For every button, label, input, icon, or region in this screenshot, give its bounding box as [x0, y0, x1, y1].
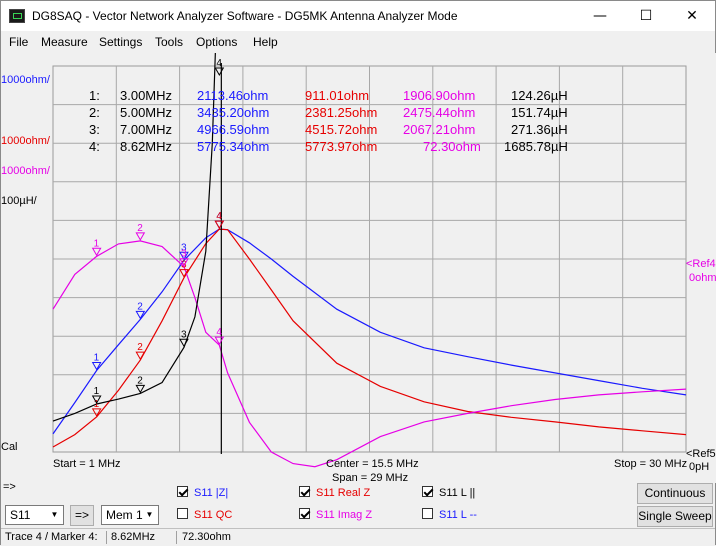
close-button[interactable]: ✕	[669, 1, 715, 31]
menu-help[interactable]: Help	[253, 35, 278, 49]
app-window: DG8SAQ - Vector Network Analyzer Softwar…	[0, 0, 716, 545]
maximize-button[interactable]: ☐	[623, 1, 669, 31]
marker-row-l: 151.74µH	[511, 105, 568, 120]
checkbox-icon[interactable]	[422, 508, 433, 519]
checkbox-icon[interactable]	[299, 486, 310, 497]
menu-file[interactable]: File	[9, 35, 28, 49]
scale-label-inductance: 100µH/	[1, 195, 38, 207]
checkbox-icon[interactable]	[422, 486, 433, 497]
marker-row-imagz: 2067.21ohm	[403, 122, 475, 137]
trace-toggle-qc[interactable]: S11 QC	[177, 508, 232, 524]
marker-row-freq: 5.00MHz	[120, 105, 172, 120]
menu-tools[interactable]: Tools	[155, 35, 183, 49]
marker-row-id: 1:	[89, 88, 100, 103]
marker-row-l: 1685.78µH	[504, 139, 568, 154]
scale-label-imagz: 1000ohm/	[1, 165, 51, 177]
active-marker-triangle	[214, 67, 225, 77]
title-bar: DG8SAQ - Vector Network Analyzer Softwar…	[1, 1, 715, 31]
marker-row-realz: 2381.25ohm	[305, 105, 377, 120]
marker-number-label: 2	[137, 342, 143, 353]
plot-area: 1234123412341234 1000ohm/ 1000ohm/ 1000o…	[1, 12, 716, 484]
checkbox-icon[interactable]	[177, 508, 188, 519]
impedance-chart[interactable]: 1234123412341234 1000ohm/ 1000ohm/ 1000o…	[1, 12, 716, 484]
trace-toggle-absz[interactable]: S11 |Z|	[177, 486, 228, 502]
app-logo-icon	[9, 9, 25, 23]
center-frequency-label: Center = 15.5 MHz	[326, 458, 419, 470]
ref4-value: 0ohm	[689, 272, 716, 284]
marker-row-id: 2:	[89, 105, 100, 120]
active-marker-label: 4	[216, 58, 222, 69]
trace-toggle-inductance-series[interactable]: S11 L --	[422, 508, 477, 524]
marker-triangle	[214, 220, 225, 230]
marker-number-label: 2	[137, 375, 143, 386]
trace-toggle-realz[interactable]: S11 Real Z	[299, 486, 370, 502]
trace-toggle-inductance-parallel[interactable]: S11 L ||	[422, 486, 475, 502]
marker-row-imagz: 1906.90ohm	[403, 88, 475, 103]
minimize-button[interactable]: —	[577, 1, 623, 31]
marker-row-absz: 4966.59ohm	[197, 122, 269, 137]
marker-row-l: 124.26µH	[511, 88, 568, 103]
marker-number-label: 1	[94, 399, 100, 410]
marker-number-label: 4	[216, 211, 222, 222]
marker-number-label: 1	[94, 238, 100, 249]
marker-row-l: 271.36µH	[511, 122, 568, 137]
marker-row-absz: 5775.34ohm	[197, 139, 269, 154]
trace-toggle-imagz[interactable]: S11 Imag Z	[299, 508, 372, 524]
status-divider	[106, 531, 107, 544]
checkbox-icon[interactable]	[299, 508, 310, 519]
status-trace-marker: Trace 4 / Marker 4:	[5, 531, 98, 543]
window-title: DG8SAQ - Vector Network Analyzer Softwar…	[32, 9, 458, 23]
menu-settings[interactable]: Settings	[99, 35, 142, 49]
single-sweep-button[interactable]: Single Sweep	[637, 506, 713, 527]
marker-number-label: 1	[94, 386, 100, 397]
marker-row-freq: 7.00MHz	[120, 122, 172, 137]
scale-label-absz: 1000ohm/	[1, 74, 51, 86]
marker-row-imagz: 2475.44ohm	[403, 105, 475, 120]
marker-number-label: 2	[137, 223, 143, 234]
status-frequency: 8.62MHz	[111, 531, 156, 543]
marker-row-freq: 8.62MHz	[120, 139, 172, 154]
marker-row-id: 4:	[89, 139, 100, 154]
port-select[interactable]: S11 ▼	[5, 505, 64, 525]
menu-measure[interactable]: Measure	[41, 35, 88, 49]
marker-row-freq: 3.00MHz	[120, 88, 172, 103]
marker-number-label: 1	[94, 352, 100, 363]
menu-bar: File Measure Settings Tools Options Help	[1, 32, 715, 52]
menu-options[interactable]: Options	[196, 35, 237, 49]
marker-row-absz: 3435.20ohm	[197, 105, 269, 120]
marker-row-absz: 2113.46ohm	[197, 88, 268, 103]
apply-arrow-button[interactable]: =>	[70, 505, 94, 526]
status-value: 72.30ohm	[182, 531, 231, 543]
chevron-down-icon: ▼	[50, 510, 59, 519]
marker-number-label: 3	[181, 329, 187, 340]
cal-label: Cal	[1, 441, 18, 453]
ref5-label: <Ref5	[686, 448, 716, 460]
marker-row-imagz: 72.30ohm	[423, 139, 481, 154]
memory-select[interactable]: Mem 1 ▼	[101, 505, 159, 525]
marker-number-label: 3	[181, 249, 187, 260]
status-divider	[176, 531, 177, 544]
chevron-down-icon: ▼	[145, 510, 154, 519]
status-bar: Trace 4 / Marker 4: 8.62MHz 72.30ohm	[1, 528, 715, 545]
marker-row-realz: 4515.72ohm	[305, 122, 377, 137]
marker-row-realz: 911.01ohm	[305, 88, 369, 103]
marker-triangle	[91, 408, 102, 417]
marker-number-label: 2	[137, 301, 143, 312]
marker-row-realz: 5773.97ohm	[305, 139, 377, 154]
marker-row-id: 3:	[89, 122, 100, 137]
marker-triangle	[214, 220, 225, 230]
marker-triangle	[91, 361, 102, 371]
marker-triangle	[135, 232, 146, 241]
start-frequency-label: Start = 1 MHz	[53, 458, 121, 470]
ref4-label: <Ref4	[686, 258, 716, 270]
marker-number-label: 4	[216, 327, 222, 338]
arrow-indicator: =>	[3, 481, 16, 493]
span-label: Span = 29 MHz	[332, 472, 408, 483]
ref5-value: 0pH	[689, 461, 709, 473]
scale-label-realz: 1000ohm/	[1, 135, 51, 147]
continuous-button[interactable]: Continuous	[637, 483, 713, 504]
stop-frequency-label: Stop = 30 MHz	[614, 458, 687, 470]
checkbox-icon[interactable]	[177, 486, 188, 497]
